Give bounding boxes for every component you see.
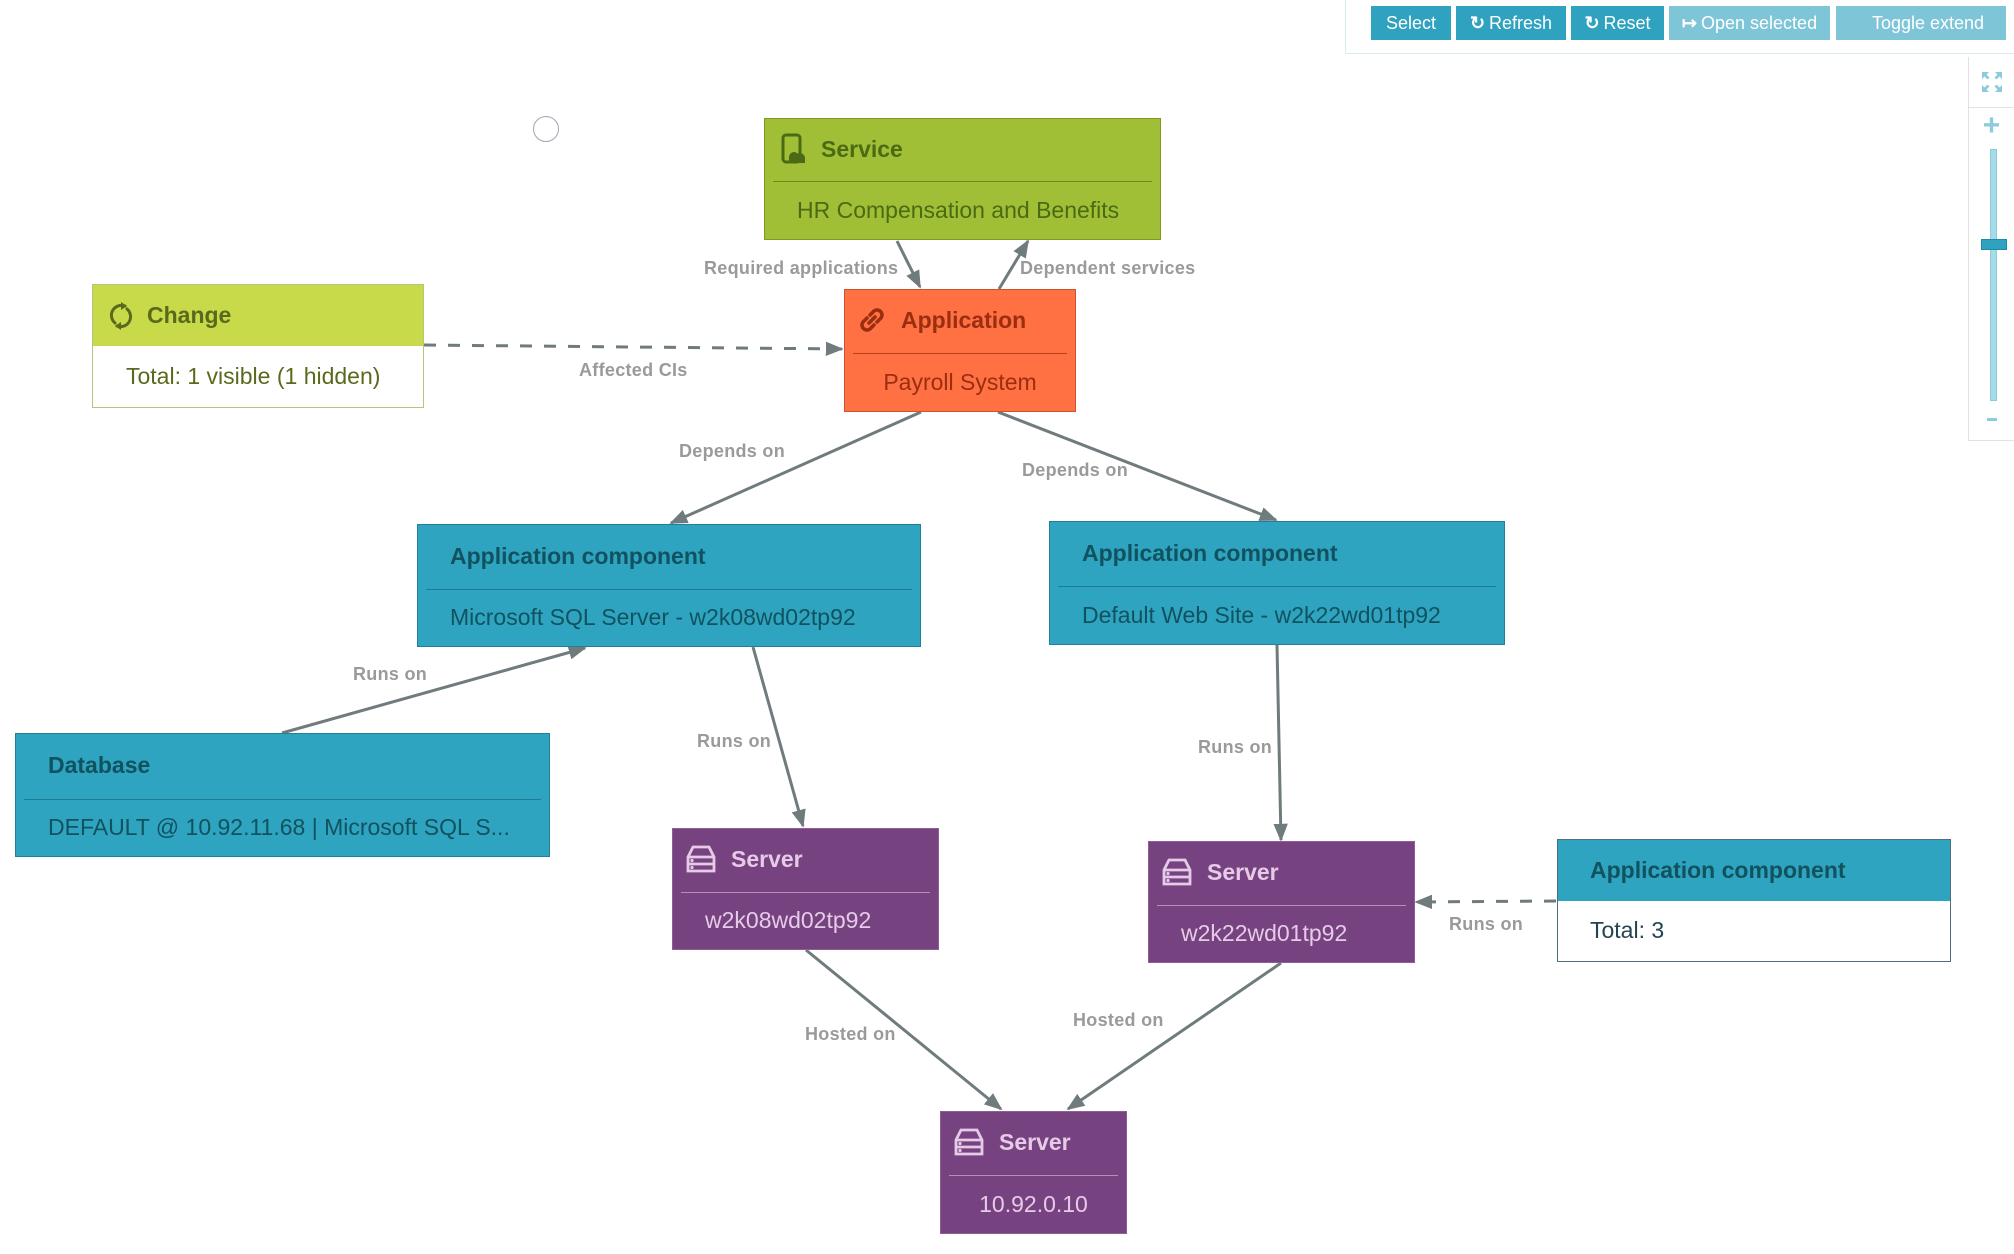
refresh-button[interactable]: ↻ Refresh xyxy=(1456,6,1566,40)
node-type-label: Server xyxy=(999,1128,1071,1155)
node-name: w2k08wd02tp92 xyxy=(705,906,872,933)
node-application[interactable]: Application Payroll System xyxy=(844,289,1076,412)
node-type-label: Service xyxy=(821,135,903,162)
node-server-10-92-0-10[interactable]: Server 10.92.0.10 xyxy=(940,1111,1127,1234)
fit-to-screen-button[interactable] xyxy=(1969,57,2014,108)
edge-required-applications[interactable] xyxy=(895,240,922,289)
refresh-icon: ↻ xyxy=(1469,12,1486,33)
zoom-in-button[interactable]: + xyxy=(1969,109,2014,142)
node-type-label: Application xyxy=(901,306,1027,333)
server-icon xyxy=(953,1127,985,1157)
node-type-label: Application component xyxy=(1590,857,1846,883)
zoom-slider-handle[interactable] xyxy=(1981,239,2007,251)
edge-label-db-runs-on: Runs on xyxy=(353,664,428,684)
node-appcomp-group[interactable]: Application component Total: 3 xyxy=(1557,839,1951,962)
select-button[interactable]: Select xyxy=(1371,6,1451,40)
node-service[interactable]: Service HR Compensation and Benefits xyxy=(764,118,1161,240)
expand-icon xyxy=(1981,72,2002,92)
server-icon xyxy=(1161,857,1193,887)
node-database[interactable]: Database DEFAULT @ 10.92.11.68 | Microso… xyxy=(15,733,550,857)
edge-label-affected-cis: Affected CIs xyxy=(579,360,688,380)
edge-label-sql-runs-on: Runs on xyxy=(697,731,772,751)
node-type-label: Database xyxy=(48,751,151,778)
node-name: Total: 1 visible (1 hidden) xyxy=(126,362,381,389)
node-server-w2k22[interactable]: Server w2k22wd01tp92 xyxy=(1148,841,1415,963)
edge-label-dependent-services: Dependent services xyxy=(1020,258,1196,278)
edge-db-runs-on[interactable] xyxy=(281,645,587,735)
toolbar: Select ↻ Refresh ↻ Reset ↦ Open selected… xyxy=(1345,0,2014,54)
server-icon xyxy=(685,844,717,874)
node-name: w2k22wd01tp92 xyxy=(1181,919,1348,946)
edge-server2-hosted-on[interactable] xyxy=(1066,961,1282,1111)
node-change-group[interactable]: Change Total: 1 visible (1 hidden) xyxy=(92,284,424,408)
edge-label-web-runs-on: Runs on xyxy=(1198,737,1273,757)
edge-label-depends-on-sql: Depends on xyxy=(679,441,786,461)
refresh-button-label: Refresh xyxy=(1489,12,1553,33)
node-server-w2k08[interactable]: Server w2k08wd02tp92 xyxy=(672,828,939,950)
reset-button-label: Reset xyxy=(1603,12,1651,33)
zoom-out-button[interactable] xyxy=(1969,407,2014,431)
edge-label-required-applications: Required applications xyxy=(704,258,899,278)
edge-affected-cis[interactable] xyxy=(423,341,844,357)
open-selected-button-label: Open selected xyxy=(1701,12,1818,33)
sync-icon xyxy=(109,301,133,331)
node-type-label: Application component xyxy=(450,542,706,569)
refresh-icon: ↻ xyxy=(1584,12,1600,33)
node-name: Microsoft SQL Server - w2k08wd02tp92 xyxy=(450,603,856,630)
zoom-control: + xyxy=(1968,57,2014,441)
zoom-slider-track[interactable] xyxy=(1990,149,1997,401)
toggle-extend-button[interactable]: Toggle extend xyxy=(1836,6,2006,40)
edge-depends-on-sql[interactable] xyxy=(669,410,922,525)
edge-label-group-runs-on: Runs on xyxy=(1449,914,1524,934)
service-cloud-icon xyxy=(781,133,807,165)
node-type-label: Change xyxy=(147,302,232,328)
node-type-label: Server xyxy=(1207,858,1279,885)
select-button-label: Select xyxy=(1385,12,1437,33)
open-selected-button[interactable]: ↦ Open selected xyxy=(1669,6,1830,40)
reset-button[interactable]: ↻ Reset xyxy=(1571,6,1664,40)
node-name: 10.92.0.10 xyxy=(979,1190,1088,1217)
node-appcomp-web[interactable]: Application component Default Web Site -… xyxy=(1049,521,1505,645)
node-type-label: Server xyxy=(731,845,803,872)
edge-group-runs-on[interactable] xyxy=(1414,894,1557,910)
edge-label-server2-hosted-on: Hosted on xyxy=(1073,1010,1164,1030)
node-name: Payroll System xyxy=(883,368,1037,395)
node-name: Default Web Site - w2k22wd01tp92 xyxy=(1082,601,1441,628)
edge-web-runs-on[interactable] xyxy=(1273,644,1288,842)
node-name: DEFAULT @ 10.92.11.68 | Microsoft SQL S.… xyxy=(48,813,510,840)
node-name: HR Compensation and Benefits xyxy=(797,196,1120,223)
edge-label-server1-hosted-on: Hosted on xyxy=(805,1024,896,1044)
sign-in-icon: ↦ xyxy=(1681,12,1697,33)
link-icon xyxy=(857,305,887,335)
toggle-extend-button-label: Toggle extend xyxy=(1871,12,1985,33)
minus-icon xyxy=(1986,417,1997,421)
node-appcomp-sql[interactable]: Application component Microsoft SQL Serv… xyxy=(417,524,921,647)
cursor-indicator xyxy=(533,116,559,142)
node-name: Total: 3 xyxy=(1590,916,1665,943)
node-type-label: Application component xyxy=(1082,539,1338,566)
edge-label-depends-on-web: Depends on xyxy=(1022,460,1129,480)
